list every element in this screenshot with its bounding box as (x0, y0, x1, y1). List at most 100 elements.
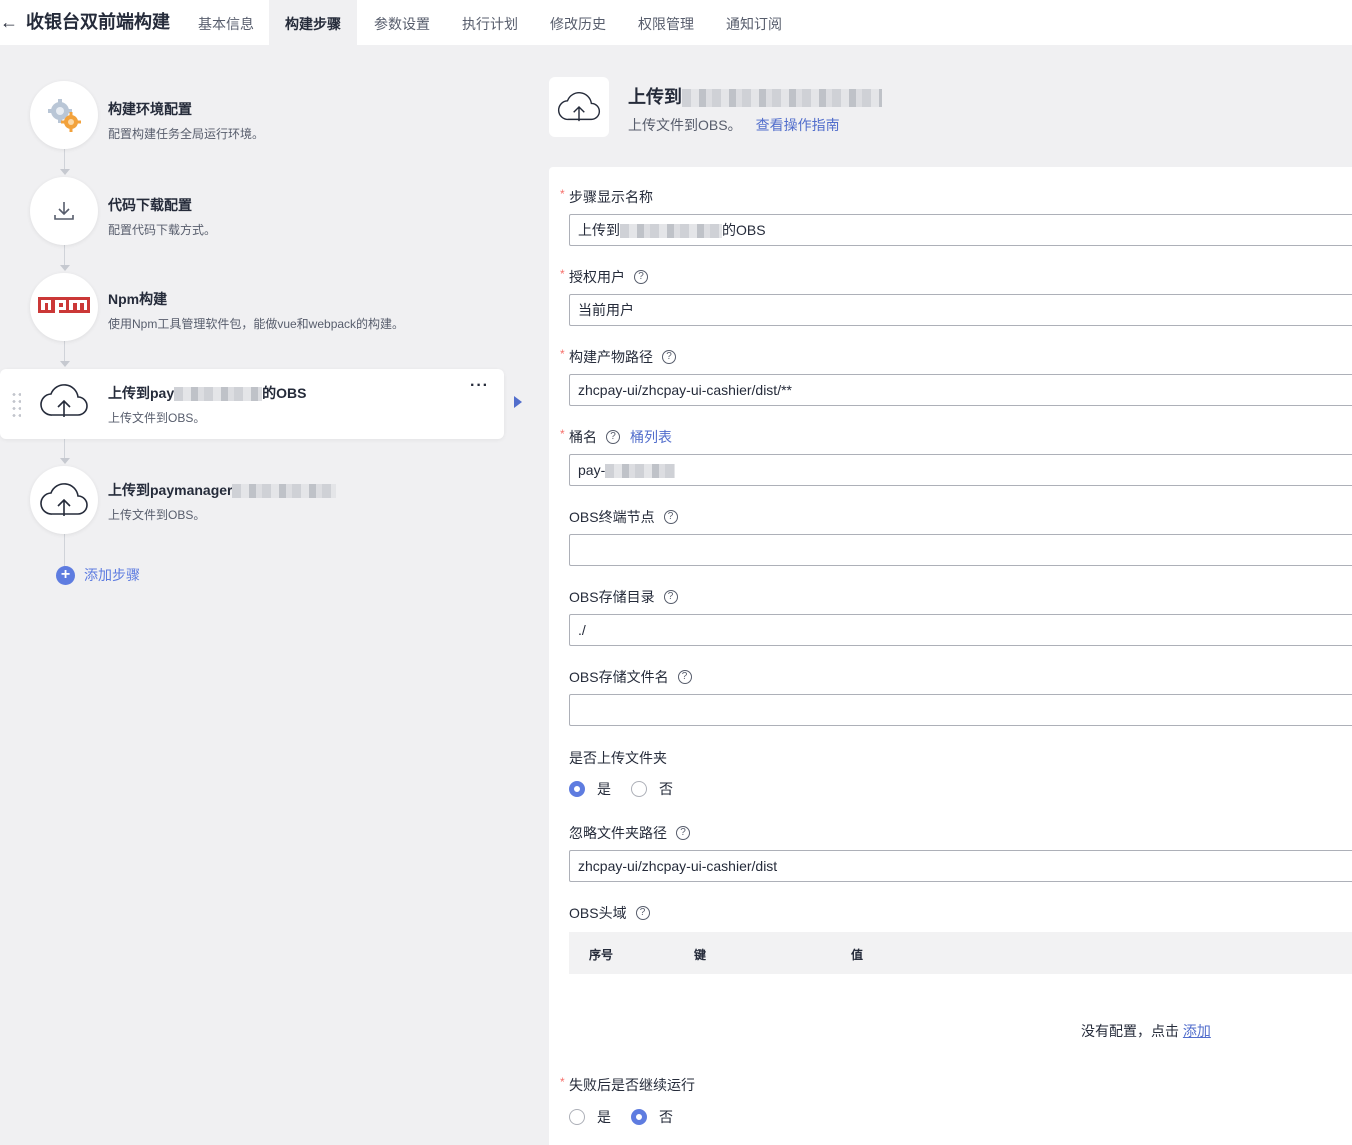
cloud-upload-icon (40, 483, 88, 516)
step-desc: 使用Npm工具管理软件包，能做vue和webpack的构建。 (108, 317, 405, 331)
add-step-button[interactable]: + 添加步骤 (56, 565, 140, 585)
label-text: 失败后是否继续运行 (569, 1077, 695, 1093)
redacted-text (605, 464, 676, 479)
field-label-continue-on-fail: * 失败后是否继续运行 (560, 1075, 695, 1093)
help-icon[interactable]: ? (677, 670, 692, 684)
step-detail-panel: 上传到 上传文件到OBS。 查看操作指南 * 步骤显示名称 上传到 的OBS * 授权用… (530, 45, 1352, 1145)
step-upload-obs-selected[interactable]: 上传到pay 的OBS 上传文件到OBS。 ··· (0, 369, 504, 439)
arrow-down-icon (60, 169, 70, 175)
detail-title-text: 上传到 (628, 87, 682, 107)
column-index: 序号 (589, 948, 614, 962)
artifact-path-input[interactable]: zhcpay-ui/zhcpay-ui-cashier/dist/** (569, 374, 1352, 406)
display-name-input[interactable]: 上传到 的OBS (569, 214, 1352, 246)
arrow-down-icon (60, 265, 70, 271)
radio-no[interactable] (631, 1109, 647, 1125)
column-key: 键 (694, 948, 707, 962)
redacted-text (620, 224, 722, 239)
step-icon-circle (30, 273, 98, 341)
label-text: OBS存储目录 (569, 589, 655, 605)
page-title: 收银台双前端构建 (26, 12, 170, 32)
tab-notifications[interactable]: 通知订阅 (710, 0, 798, 45)
radio-no[interactable] (631, 781, 647, 797)
step-list-panel: 构建环境配置 配置构建任务全局运行环境。 代码下载配置 配置代码下载方式。 Np… (0, 45, 530, 1145)
radio-yes[interactable] (569, 1109, 585, 1125)
connector (64, 534, 65, 568)
guide-link[interactable]: 查看操作指南 (756, 117, 840, 133)
tab-schedule[interactable]: 执行计划 (446, 0, 534, 45)
arrow-left-icon[interactable]: ← (0, 10, 18, 34)
connector (64, 245, 65, 267)
cloud-upload-icon (38, 381, 90, 426)
arrow-down-icon (60, 361, 70, 367)
redacted-text (174, 387, 263, 402)
step-name: 上传到pay 的OBS (108, 383, 306, 403)
ignore-path-input[interactable]: zhcpay-ui/zhcpay-ui-cashier/dist (569, 850, 1352, 882)
gears-icon (48, 99, 81, 132)
column-value: 值 (851, 948, 864, 962)
label-text: 授权用户 (569, 269, 625, 285)
drag-handle-icon[interactable] (11, 391, 21, 419)
field-label-upload-folder: 是否上传文件夹 (569, 748, 667, 768)
form-card: * 步骤显示名称 上传到 的OBS * 授权用户? 当前用户 * 构建产物路径? zhc… (549, 167, 1352, 1145)
cloud-upload-icon (549, 77, 609, 137)
download-icon (54, 202, 74, 220)
tab-parameters[interactable]: 参数设置 (358, 0, 446, 45)
field-label-artifact-path: * 构建产物路径? (560, 347, 676, 367)
bucket-input[interactable]: pay- (569, 454, 1352, 486)
auth-user-select[interactable]: 当前用户 (569, 294, 1352, 326)
help-icon[interactable]: ? (635, 906, 650, 920)
step-name-suffix: 的OBS (262, 385, 307, 401)
field-label-obs-filename: OBS存储文件名? (569, 667, 692, 687)
label-text: OBS头域 (569, 905, 627, 921)
add-step-label: 添加步骤 (84, 567, 140, 583)
obs-filename-input[interactable] (569, 694, 1352, 726)
step-code-download[interactable]: 代码下载配置 配置代码下载方式。 (0, 177, 504, 247)
label-text: 是否上传文件夹 (569, 750, 667, 766)
field-label-obs-endpoint: OBS终端节点? (569, 507, 678, 527)
help-icon[interactable]: ? (606, 430, 620, 444)
add-header-link[interactable]: 添加 (1183, 1023, 1211, 1039)
step-name-prefix: 上传到pay (108, 385, 175, 401)
tab-permissions[interactable]: 权限管理 (622, 0, 710, 45)
help-icon[interactable]: ? (663, 510, 678, 524)
npm-logo-icon (38, 297, 90, 313)
label-text: 步骤显示名称 (569, 189, 653, 205)
top-bar: ← 收银台双前端构建 基本信息 构建步骤 参数设置 执行计划 修改历史 权限管理… (0, 0, 1352, 45)
label-text: OBS存储文件名 (569, 669, 669, 685)
help-icon[interactable]: ? (663, 590, 678, 604)
step-upload-obs-2[interactable]: 上传到paymanager 上传文件到OBS。 (0, 466, 504, 536)
empty-text: 没有配置，点击 (1081, 1023, 1179, 1039)
tab-build-steps[interactable]: 构建步骤 (269, 0, 357, 45)
label-text: 桶名 (569, 429, 597, 445)
label-text: OBS终端节点 (569, 509, 655, 525)
step-icon-circle (30, 177, 98, 245)
field-label-auth-user: * 授权用户? (560, 267, 648, 287)
radio-label: 是 (597, 1109, 611, 1125)
detail-subtitle-text: 上传文件到OBS。 (628, 117, 742, 133)
upload-folder-radio-group: 是 否 (569, 779, 693, 799)
step-build-env[interactable]: 构建环境配置 配置构建任务全局运行环境。 (0, 81, 504, 151)
field-label-obs-headers: OBS头域? (569, 903, 650, 923)
label-text: 忽略文件夹路径 (569, 825, 667, 841)
radio-yes[interactable] (569, 781, 585, 797)
step-name-prefix: 上传到paymanager (108, 482, 233, 498)
more-icon[interactable]: ··· (470, 377, 489, 395)
help-icon[interactable]: ? (676, 826, 690, 840)
help-icon[interactable]: ? (662, 350, 676, 364)
step-desc: 上传文件到OBS。 (108, 508, 206, 522)
tab-basic-info[interactable]: 基本信息 (182, 0, 270, 45)
connector (64, 341, 65, 363)
step-desc: 配置构建任务全局运行环境。 (108, 127, 265, 141)
obs-dir-input[interactable]: ./ (569, 614, 1352, 646)
detail-title: 上传到 (628, 83, 882, 109)
bucket-list-link[interactable]: 桶列表 (630, 427, 672, 447)
step-name: 代码下载配置 (108, 197, 192, 213)
step-npm-build[interactable]: Npm构建 使用Npm工具管理软件包，能做vue和webpack的构建。 (0, 273, 504, 343)
help-icon[interactable]: ? (634, 270, 648, 284)
obs-endpoint-input[interactable] (569, 534, 1352, 566)
step-desc: 配置代码下载方式。 (108, 223, 217, 237)
step-icon-circle (30, 81, 98, 149)
label-text: 构建产物路径 (569, 349, 653, 365)
tab-history[interactable]: 修改历史 (534, 0, 622, 45)
field-label-obs-dir: OBS存储目录? (569, 587, 678, 607)
